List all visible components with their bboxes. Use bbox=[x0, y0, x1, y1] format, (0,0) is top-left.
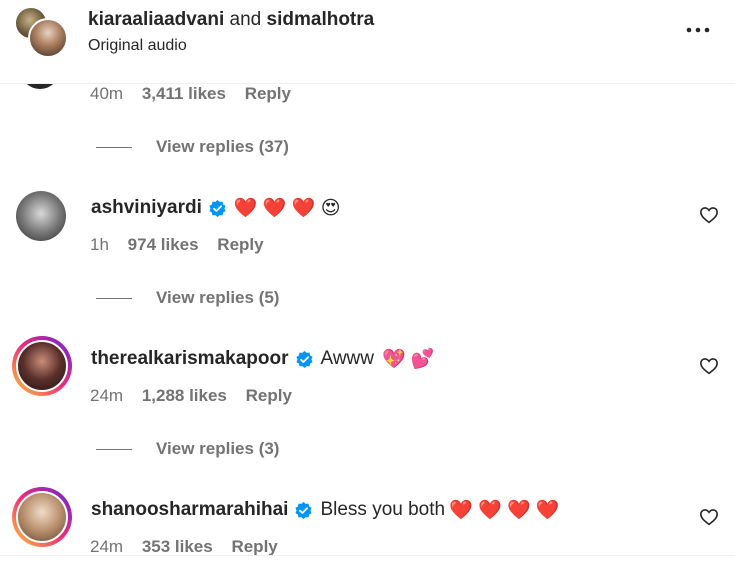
reply-button[interactable]: Reply bbox=[245, 84, 291, 103]
avatar[interactable] bbox=[16, 191, 66, 241]
likes-count[interactable]: 3,411 likes bbox=[142, 84, 226, 103]
divider bbox=[96, 147, 132, 149]
comment-time: 40m bbox=[90, 84, 124, 103]
header-and: and bbox=[229, 9, 262, 30]
comment-meta: 40m 3,411 likes Reply bbox=[90, 84, 305, 104]
comment-meta: 24m 353 likes Reply bbox=[90, 537, 292, 557]
comment-body: Bless you both bbox=[320, 499, 446, 520]
like-heart-icon[interactable] bbox=[699, 206, 719, 224]
view-replies-button[interactable]: View replies (3) bbox=[96, 439, 279, 459]
verified-badge-icon bbox=[295, 350, 313, 368]
likes-count[interactable]: 1,288 likes bbox=[142, 386, 227, 405]
reply-button[interactable]: Reply bbox=[231, 537, 277, 556]
more-horizontal-icon[interactable] bbox=[685, 20, 711, 40]
bottom-divider bbox=[0, 555, 735, 568]
likes-count[interactable]: 974 likes bbox=[128, 235, 199, 254]
comment-text: shanoosharmarahihai Bless you both ❤️ ❤️… bbox=[91, 498, 566, 522]
reply-button[interactable]: Reply bbox=[246, 386, 292, 405]
reply-button[interactable]: Reply bbox=[217, 235, 263, 254]
like-heart-icon[interactable] bbox=[699, 357, 719, 375]
comment-time: 24m bbox=[90, 537, 124, 556]
comment-emojis: ❤️ ❤️ ❤️ ❤️ bbox=[449, 500, 560, 521]
view-replies-button[interactable]: View replies (37) bbox=[96, 137, 289, 157]
avatar[interactable] bbox=[12, 487, 72, 547]
view-replies-button[interactable]: View replies (5) bbox=[96, 288, 279, 308]
verified-badge-icon bbox=[295, 501, 313, 519]
header-user2[interactable]: sidmalhotra bbox=[267, 9, 375, 30]
comment-meta: 1h 974 likes Reply bbox=[90, 235, 278, 255]
header-title: kiaraaliaadvani and sidmalhotra bbox=[88, 9, 374, 31]
comment-username[interactable]: ashviniyardi bbox=[91, 197, 202, 219]
view-replies-label: View replies (3) bbox=[156, 439, 280, 458]
comment-text: therealkarismakapoor Awww 💖 💕 bbox=[91, 347, 441, 371]
comment-emojis: ❤️ ❤️ ❤️ 😍 bbox=[233, 198, 341, 219]
comment-username[interactable]: therealkarismakapoor bbox=[91, 348, 289, 370]
avatar[interactable] bbox=[12, 336, 72, 396]
likes-count[interactable]: 353 likes bbox=[142, 537, 213, 556]
avatar-kiaraaliaadvani[interactable] bbox=[28, 18, 68, 58]
comment-username[interactable]: shanoosharmarahihai bbox=[91, 499, 288, 521]
divider bbox=[96, 449, 132, 451]
comment-emojis: 💖 💕 bbox=[382, 349, 435, 370]
header-user1[interactable]: kiaraaliaadvani bbox=[88, 9, 224, 30]
view-replies-label: View replies (37) bbox=[156, 137, 289, 156]
comment-time: 24m bbox=[90, 386, 124, 405]
like-heart-icon[interactable] bbox=[699, 508, 719, 526]
comment-meta: 24m 1,288 likes Reply bbox=[90, 386, 306, 406]
comment-text: ashviniyardi ❤️ ❤️ ❤️ 😍 bbox=[91, 196, 347, 220]
divider bbox=[96, 298, 132, 300]
verified-badge-icon bbox=[209, 199, 226, 217]
audio-label[interactable]: Original audio bbox=[88, 37, 187, 55]
reel-header: kiaraaliaadvani and sidmalhotra Original… bbox=[0, 0, 735, 84]
comment-time: 1h bbox=[90, 235, 109, 254]
comment-body: Awww bbox=[320, 348, 375, 369]
view-replies-label: View replies (5) bbox=[156, 288, 280, 307]
